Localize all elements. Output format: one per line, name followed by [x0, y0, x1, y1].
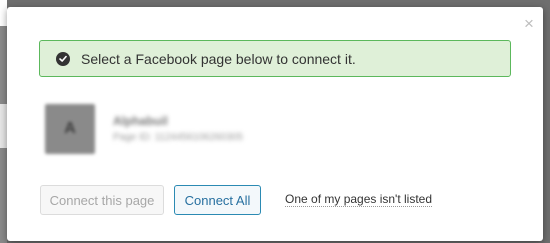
avatar-letter: A: [64, 120, 76, 137]
page-avatar: A: [45, 104, 95, 154]
facebook-page-item[interactable]: A Alphabuil Page ID: 1124456106260305: [45, 104, 305, 154]
background-fragment: [0, 104, 7, 148]
close-icon[interactable]: ×: [522, 15, 536, 32]
page-id: Page ID: 1124456106260305: [113, 132, 243, 143]
connect-facebook-modal: × Select a Facebook page below to connec…: [7, 7, 543, 241]
page-not-listed-link[interactable]: One of my pages isn't listed: [285, 192, 433, 207]
success-notice: Select a Facebook page below to connect …: [39, 40, 511, 77]
background-fragment: [0, 0, 7, 26]
page-name: Alphabuil: [113, 114, 168, 128]
check-circle-icon: [56, 51, 70, 66]
connect-all-button[interactable]: Connect All: [174, 185, 261, 215]
notice-text: Select a Facebook page below to connect …: [81, 50, 356, 67]
connect-this-page-button[interactable]: Connect this page: [40, 185, 164, 215]
